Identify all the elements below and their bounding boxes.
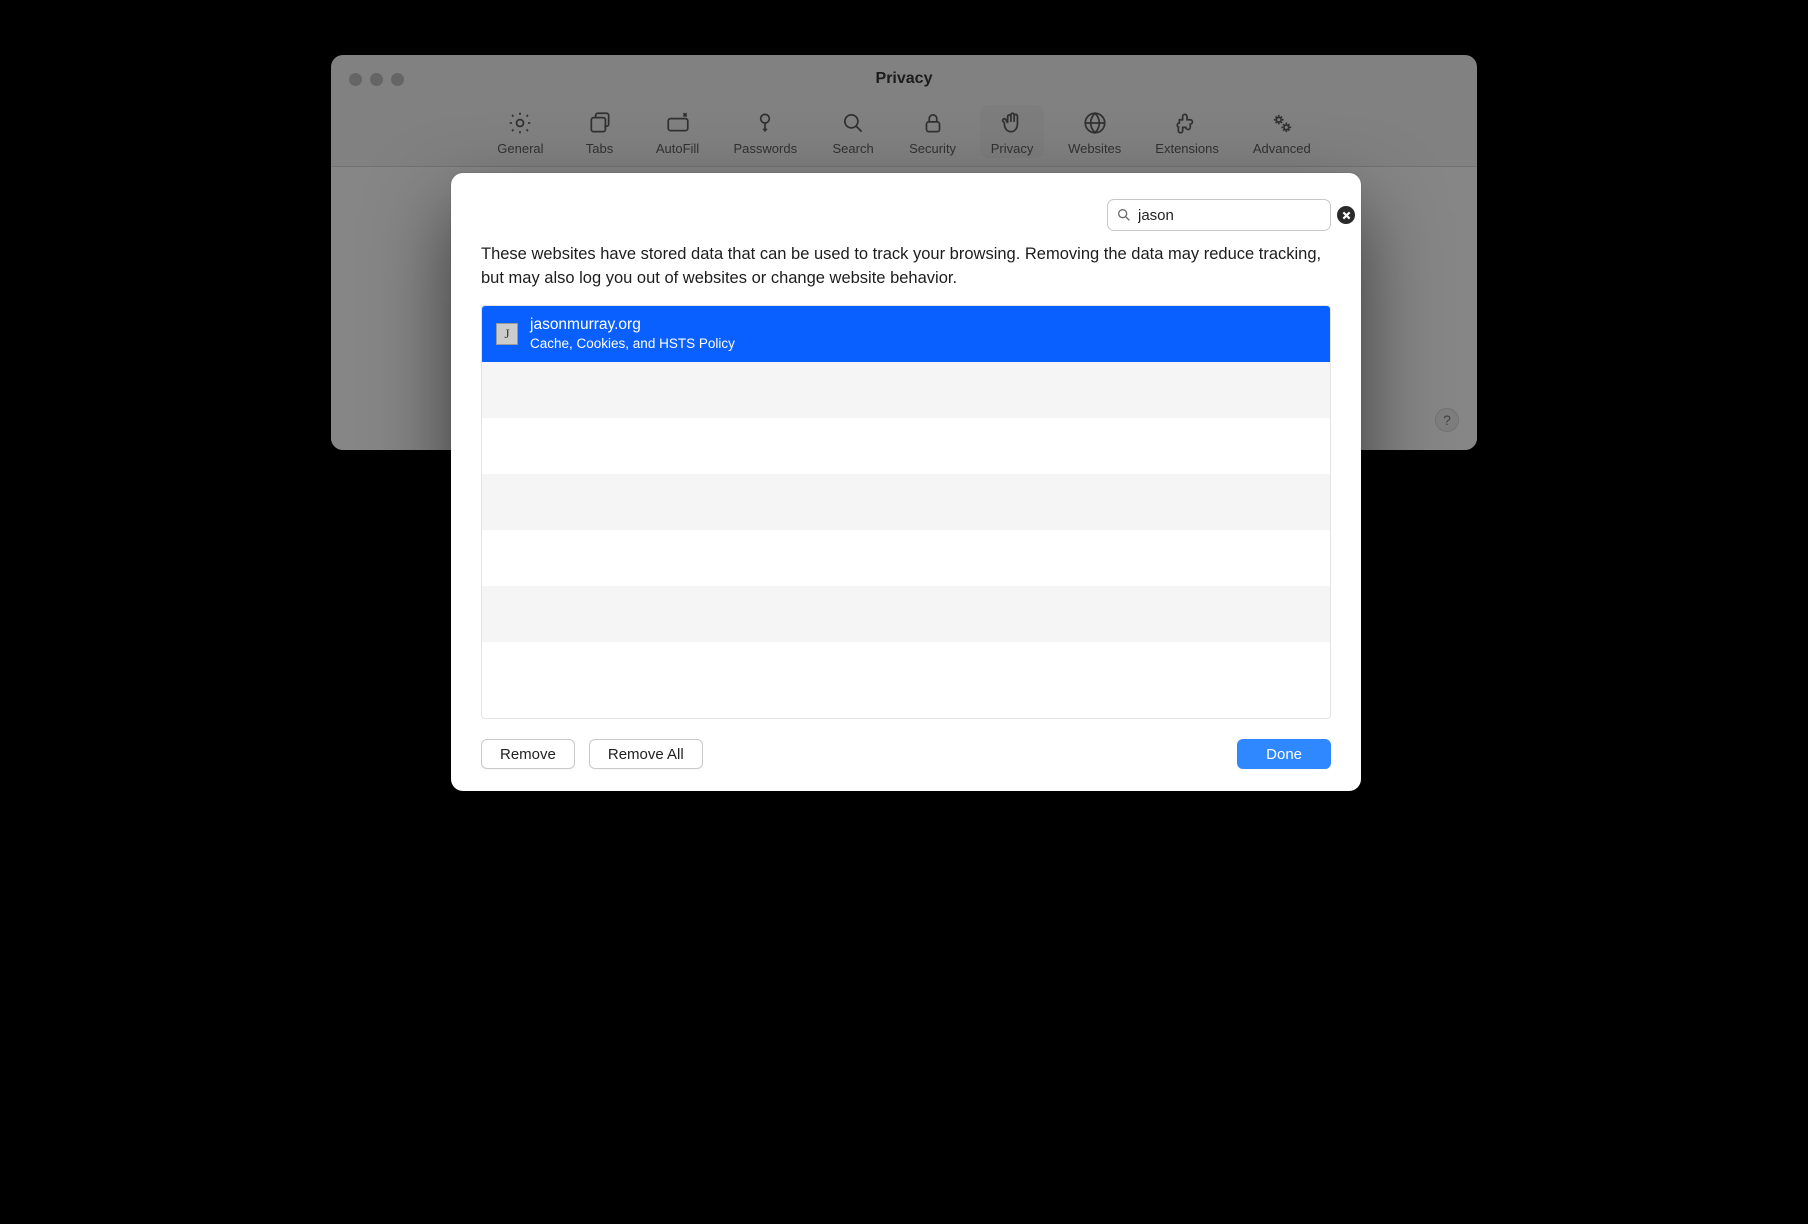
puzzle-icon (1172, 109, 1202, 137)
search-icon (1116, 207, 1132, 223)
search-icon (838, 109, 868, 137)
done-button[interactable]: Done (1237, 739, 1331, 769)
tab-advanced[interactable]: Advanced (1243, 105, 1321, 158)
tab-security[interactable]: Security (899, 105, 966, 158)
list-item-empty (482, 418, 1330, 474)
lock-icon (918, 109, 948, 137)
tab-extensions[interactable]: Extensions (1145, 105, 1229, 158)
favicon: J (496, 323, 518, 345)
search-input[interactable] (1138, 207, 1337, 224)
tab-tabs[interactable]: Tabs (568, 105, 632, 158)
remove-button[interactable]: Remove (481, 739, 575, 769)
autofill-icon (663, 109, 693, 137)
tab-passwords[interactable]: Passwords (724, 105, 808, 158)
sheet-footer: Remove Remove All Done (481, 719, 1331, 769)
key-icon (750, 109, 780, 137)
site-domain: jasonmurray.org (530, 315, 735, 335)
help-button[interactable]: ? (1435, 408, 1459, 432)
gears-icon (1267, 109, 1297, 137)
remove-all-button[interactable]: Remove All (589, 739, 703, 769)
close-icon (1342, 211, 1351, 220)
tabs-icon (585, 109, 615, 137)
tab-general[interactable]: General (487, 105, 553, 158)
tab-websites[interactable]: Websites (1058, 105, 1131, 158)
website-data-list[interactable]: J jasonmurray.org Cache, Cookies, and HS… (481, 305, 1331, 719)
tab-privacy[interactable]: Privacy (980, 105, 1044, 158)
globe-icon (1080, 109, 1110, 137)
tab-autofill[interactable]: AutoFill (646, 105, 710, 158)
description-text: These websites have stored data that can… (481, 243, 1331, 291)
list-item[interactable]: J jasonmurray.org Cache, Cookies, and HS… (482, 306, 1330, 362)
list-item-empty (482, 474, 1330, 530)
website-data-sheet: These websites have stored data that can… (451, 173, 1361, 791)
list-item-empty (482, 530, 1330, 586)
tab-search[interactable]: Search (821, 105, 885, 158)
gear-icon (505, 109, 535, 137)
list-item-empty (482, 642, 1330, 698)
preferences-toolbar: General Tabs AutoFill Passwords Search S… (331, 103, 1477, 167)
list-item-empty (482, 586, 1330, 642)
clear-search-button[interactable] (1337, 206, 1355, 224)
window-title: Privacy (331, 70, 1477, 88)
site-data-types: Cache, Cookies, and HSTS Policy (530, 335, 735, 353)
search-field-container[interactable] (1107, 199, 1331, 231)
hand-icon (997, 109, 1027, 137)
list-item-empty (482, 362, 1330, 418)
titlebar: Privacy (331, 55, 1477, 103)
